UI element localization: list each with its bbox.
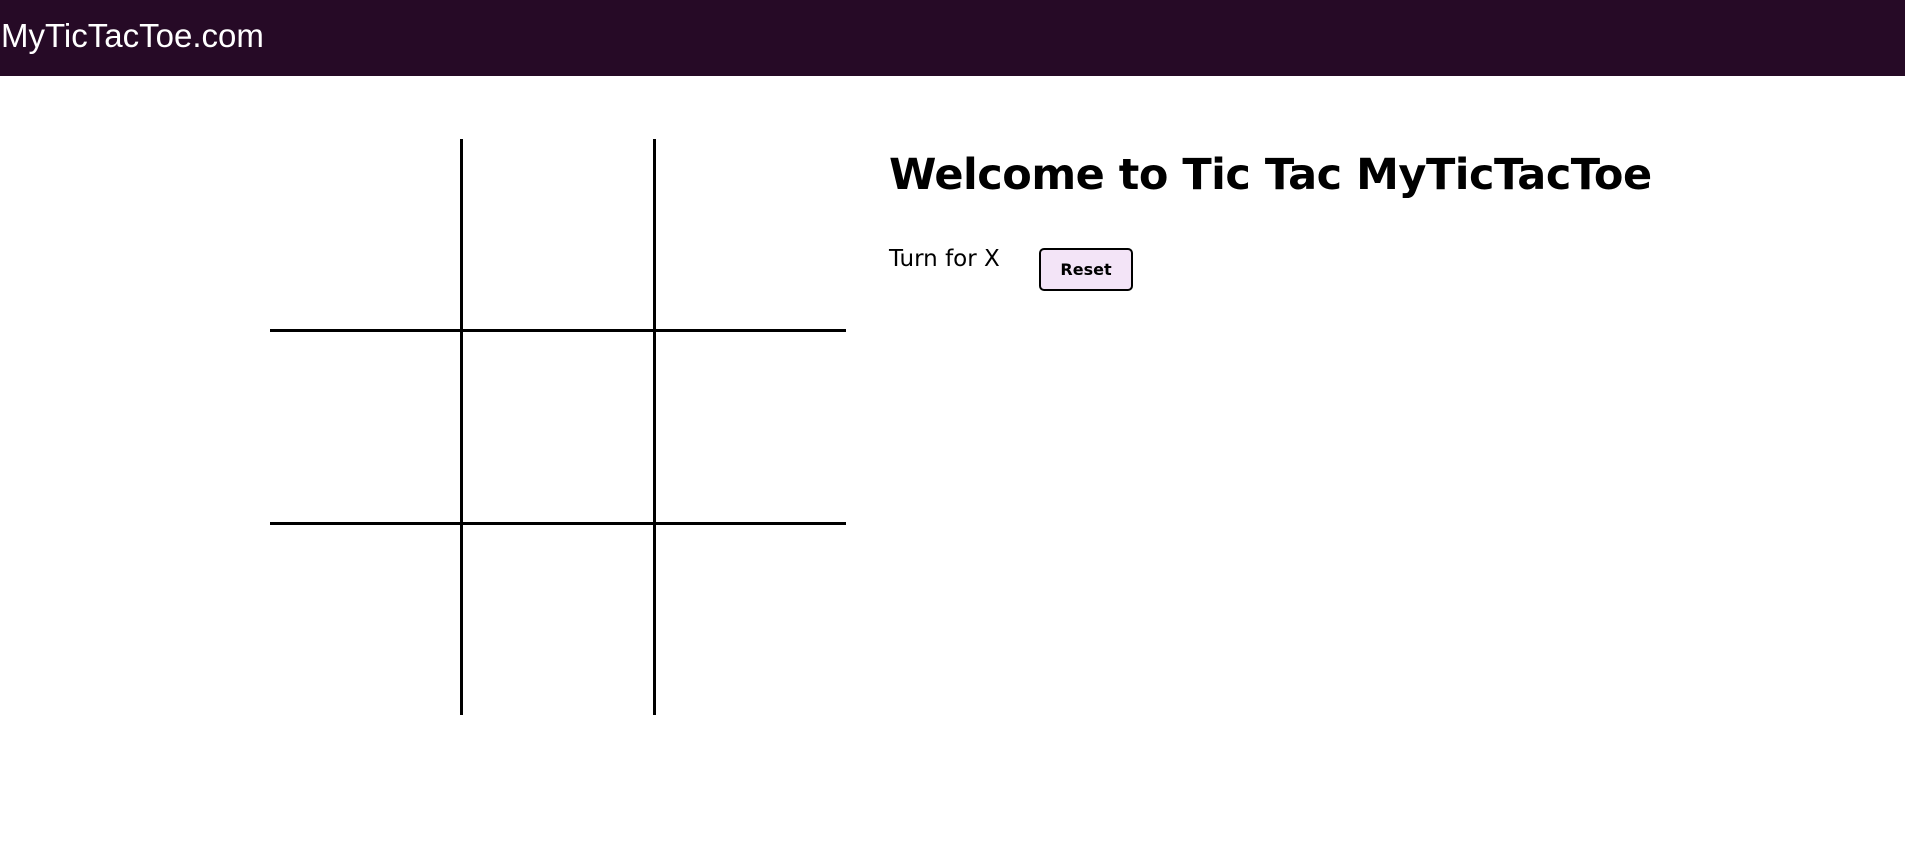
grid-line-horizontal	[270, 329, 846, 332]
board-cell-2[interactable]	[462, 139, 654, 331]
site-brand-link[interactable]: MyTicTacToe.com	[1, 17, 264, 55]
top-navbar: MyTicTacToe.com	[0, 0, 1905, 76]
board-cell-9[interactable]	[654, 523, 846, 715]
grid-line-horizontal	[270, 522, 846, 525]
reset-button[interactable]: Reset	[1039, 248, 1133, 291]
board-cell-7[interactable]	[270, 523, 462, 715]
game-info-panel: Welcome to Tic Tac MyTicTacToe Turn for …	[889, 150, 1652, 291]
page-title: Welcome to Tic Tac MyTicTacToe	[889, 150, 1652, 200]
grid-line-vertical	[653, 139, 656, 715]
tic-tac-toe-board	[270, 139, 846, 715]
board-cell-8[interactable]	[462, 523, 654, 715]
board-cell-3[interactable]	[654, 139, 846, 331]
board-cell-6[interactable]	[654, 331, 846, 523]
board-cell-4[interactable]	[270, 331, 462, 523]
status-row: Turn for X Reset	[889, 246, 1133, 291]
turn-indicator: Turn for X	[889, 246, 1000, 272]
grid-line-vertical	[460, 139, 463, 715]
board-cell-1[interactable]	[270, 139, 462, 331]
board-cell-5[interactable]	[462, 331, 654, 523]
